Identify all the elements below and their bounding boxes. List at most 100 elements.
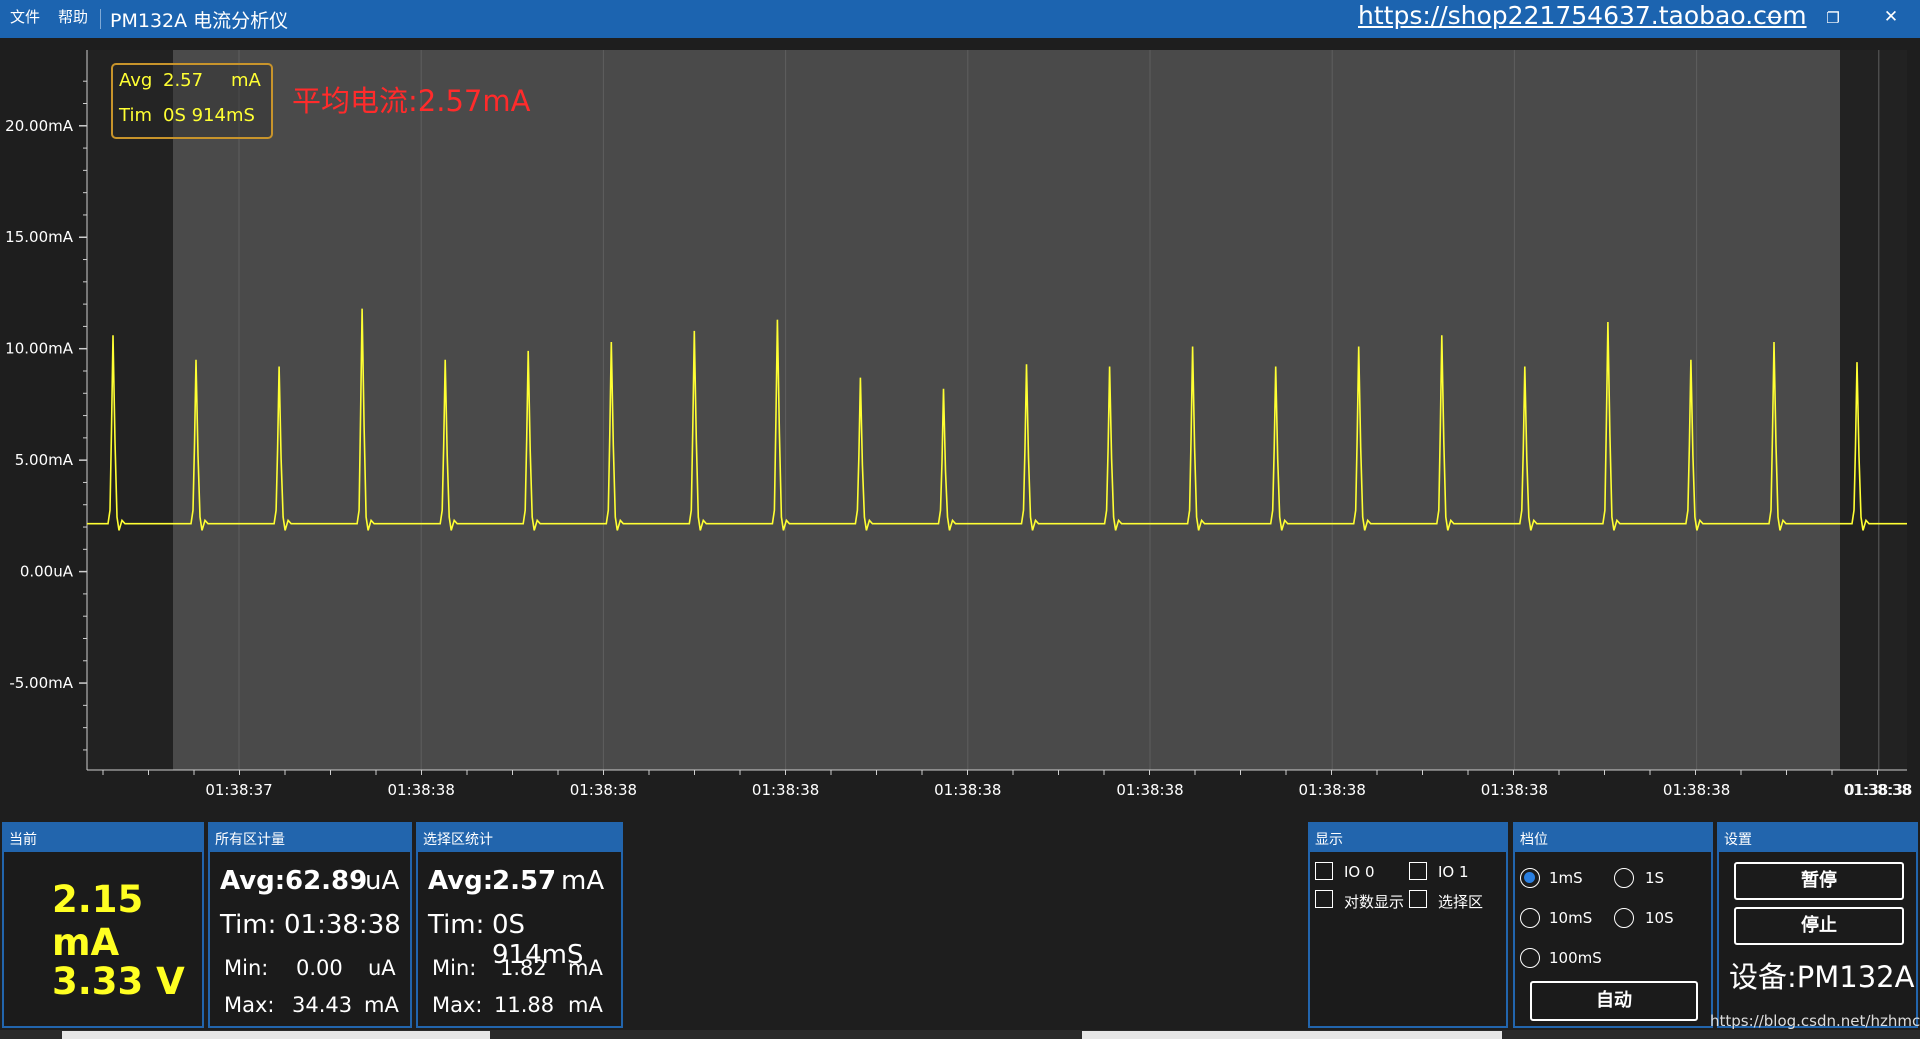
device-name: 设备:PM132A [1729,960,1915,994]
panel-current-header: 当前 [4,824,202,852]
panel-display-header: 显示 [1310,824,1506,852]
menu-help[interactable]: 帮助 [58,6,88,27]
x-tick-label: 01:38:38 [934,781,1001,799]
readout-tim-value: 0S 914mS [163,105,255,126]
x-tick-label: 01:38:38 [1663,781,1730,799]
sel-tim-label: Tim: [428,910,485,940]
panel-selection-stats: 选择区统计 Avg: 2.57 mA Tim: 0S 914mS Min: 1.… [416,822,623,1028]
y-tick-label: 5.00mA [15,451,74,469]
panel-range: 档位 1mS 1S 10mS 10S 100mS 自动 [1513,822,1713,1028]
all-min-label: Min: [224,956,269,980]
y-tick-label: 0.00uA [20,563,74,581]
restore-icon[interactable]: ❐ [1818,9,1848,27]
shop-link[interactable]: https://shop221754637.taobao.com [1358,1,1807,30]
all-tim-label: Tim: [220,910,277,940]
y-tick-label: 15.00mA [5,228,74,246]
watermark-text: https://blog.csdn.net/hzhmcu [1710,1012,1920,1030]
current-chart[interactable]: 20.00mA 15.00mA 10.00mA 5.00mA 0.00uA -5.00mA… [0,38,1920,806]
all-min-value: 0.00 [296,956,343,980]
cursor-readout-box: Avg 2.57 mA Tim 0S 914mS [111,63,273,139]
panel-range-title: 档位 [1520,832,1548,848]
close-icon[interactable]: ✕ [1876,7,1906,27]
voltage-value: 3.33 V [52,960,185,1003]
panel-all-header: 所有区计量 [210,824,410,852]
select-region-label: 选择区 [1438,893,1484,911]
all-max-label: Max: [224,993,275,1017]
menu-file[interactable]: 文件 [10,6,40,27]
auto-button[interactable]: 自动 [1530,981,1698,1021]
panel-selection-title: 选择区统计 [423,832,493,848]
x-tick-label: 01:38:38 [1481,781,1548,799]
sel-avg-value: 2.57 [492,866,557,896]
title-separator [100,9,101,29]
all-max-value: 34.43 [292,993,353,1017]
range-10ms-label: 10mS [1549,909,1593,927]
all-tim-value: 01:38:38 [284,910,401,940]
sel-min-value: 1.82 [500,956,547,980]
panel-settings-header: 设置 [1719,824,1916,852]
average-current-text: 平均电流:2.57mA [292,84,531,118]
panel-settings-title: 设置 [1724,832,1752,848]
io0-checkbox[interactable] [1315,862,1333,880]
x-tick-label: 01:38:38 [1299,781,1366,799]
range-1ms-radio[interactable] [1520,868,1540,888]
io0-label: IO 0 [1344,863,1375,881]
x-tick-label: 01:38:38 [1116,781,1183,799]
minimize-icon[interactable]: — [1759,7,1789,27]
sel-min-label: Min: [432,956,477,980]
panel-all-stats: 所有区计量 Avg: 62.89 uA Tim: 01:38:38 Min: 0… [208,822,412,1028]
all-avg-unit: uA [365,866,400,896]
all-avg-value: 62.89 [285,866,368,896]
y-tick-label: 20.00mA [5,117,74,135]
panel-current: 当前 2.15 mA 3.33 V [2,822,204,1028]
selection-region [173,50,1840,770]
range-10ms-radio[interactable] [1520,908,1540,928]
range-10s-label: 10S [1645,909,1674,927]
x-tick-label: 01:38:38 [388,781,455,799]
log-display-label: 对数显示 [1344,893,1405,911]
select-region-checkbox[interactable] [1409,890,1427,908]
panel-display-title: 显示 [1315,832,1343,848]
panel-current-title: 当前 [9,832,37,848]
readout-tim-label: Tim [119,105,152,126]
scrollbar-thumb[interactable] [62,1031,490,1039]
sel-min-unit: mA [568,956,603,980]
sel-max-value: 11.88 [494,993,555,1017]
all-avg-label: Avg: [220,866,286,896]
log-display-checkbox[interactable] [1315,890,1333,908]
x-tick-label: 01:38:38 [752,781,819,799]
readout-avg-value: 2.57 [163,70,204,91]
stop-button[interactable]: 停止 [1734,907,1904,945]
range-100ms-label: 100mS [1549,949,1602,967]
sel-avg-label: Avg: [428,866,494,896]
range-1s-label: 1S [1645,869,1665,887]
range-100ms-radio[interactable] [1520,948,1540,968]
x-tick-label: 01:38:38 [570,781,637,799]
x-tick-label-end: 01:38:38 [1844,781,1911,799]
y-tick-label: 10.00mA [5,340,74,358]
y-tick-label: -5.00mA [9,674,73,692]
pause-button[interactable]: 暂停 [1734,862,1904,900]
io1-label: IO 1 [1438,863,1469,881]
panel-range-header: 档位 [1515,824,1711,852]
app-title: PM132A 电流分析仪 [110,10,289,32]
panel-settings: 设置 暂停 停止 设备:PM132A [1717,822,1918,1028]
panel-all-title: 所有区计量 [215,832,285,848]
sel-max-label: Max: [432,993,483,1017]
x-tick-label: 01:38:37 [205,781,272,799]
range-1ms-label: 1mS [1549,869,1583,887]
all-min-unit: uA [368,956,396,980]
panel-display: 显示 IO 0 IO 1 对数显示 选择区 [1308,822,1508,1028]
panel-selection-header: 选择区统计 [418,824,621,852]
current-value: 2.15 mA [52,878,144,964]
readout-avg-label: Avg [119,70,153,91]
scrollbar-thumb-secondary[interactable] [1082,1031,1502,1039]
readout-avg-unit: mA [231,70,261,91]
range-10s-radio[interactable] [1614,908,1634,928]
sel-avg-unit: mA [561,866,605,896]
sel-max-unit: mA [568,993,603,1017]
range-1s-radio[interactable] [1614,868,1634,888]
all-max-unit: mA [364,993,399,1017]
io1-checkbox[interactable] [1409,862,1427,880]
title-bar: 文件 帮助 PM132A 电流分析仪 https://shop221754637… [0,0,1920,38]
